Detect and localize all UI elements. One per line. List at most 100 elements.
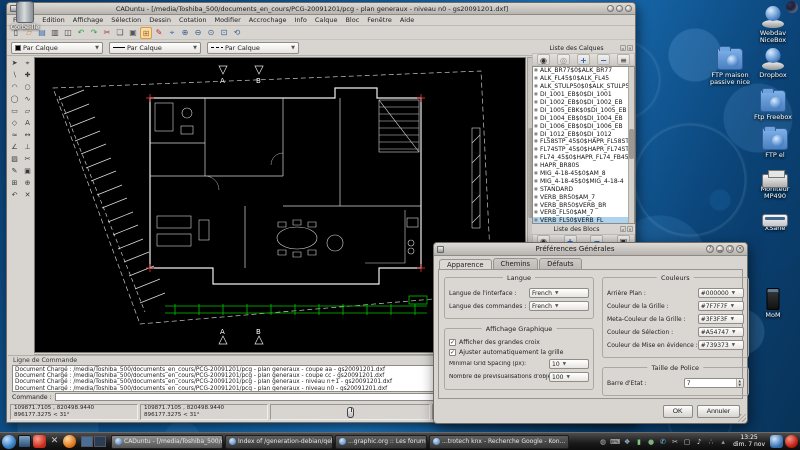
tray-security-icon[interactable]: ● <box>646 435 656 449</box>
task-button[interactable]: CADuntu - [/media/Toshiba_500/d... <box>111 435 223 449</box>
spin-down-icon[interactable]: ▼ <box>737 383 743 387</box>
layer-list-scrollbar[interactable] <box>628 67 634 223</box>
session-icon[interactable] <box>770 435 783 448</box>
undo-tool-icon[interactable]: ↶ <box>9 190 20 201</box>
menu-item[interactable]: Info <box>291 16 311 24</box>
layer-row[interactable]: ◼ DI_1005_EBK$0$DI_1005_EB <box>533 106 634 114</box>
grid-snap-icon[interactable]: ⊞ <box>140 27 152 39</box>
menu-item[interactable]: Affichage <box>69 16 108 24</box>
close-button[interactable] <box>625 5 632 12</box>
layer-row[interactable]: ◼ MIG_4-18-45$0$MIG_4-18-4 <box>533 177 634 185</box>
dialog-minimize-icon[interactable]: ▁ <box>716 245 724 253</box>
dialog-maximize-icon[interactable]: ▢ <box>726 245 734 253</box>
checkbox[interactable]: ✓ <box>449 339 456 346</box>
cancel-button[interactable]: Annuler <box>697 405 740 418</box>
menu-item[interactable]: Modifier <box>210 16 244 24</box>
modify-tool-icon[interactable]: ✎ <box>9 166 20 177</box>
zoom-window-icon[interactable]: ⊡ <box>218 27 230 39</box>
menu-item[interactable]: Bloc <box>341 16 363 24</box>
block-tool-icon[interactable]: ▣ <box>22 166 33 177</box>
circle-tool-icon[interactable]: ○ <box>22 82 33 93</box>
zoom-tool-icon[interactable]: ⊕ <box>22 178 33 189</box>
layer-hide-icon[interactable]: ◎ <box>557 54 570 65</box>
dock-close-icon[interactable]: ✕ <box>627 226 633 232</box>
dialog-close-icon[interactable]: ✕ <box>736 245 744 253</box>
color-value-combo[interactable]: #7F7F7F ▼ <box>698 301 744 311</box>
undo-icon[interactable]: ↶ <box>75 27 87 39</box>
remove-layer-icon[interactable]: − <box>597 54 610 65</box>
cross-tool-icon[interactable]: ✚ <box>22 70 33 81</box>
select-tool-icon[interactable]: ➤ <box>9 58 20 69</box>
zoom-out-icon[interactable]: ⊖ <box>192 27 204 39</box>
arc-tool-icon[interactable]: ◠ <box>9 82 20 93</box>
maximize-button[interactable] <box>616 5 623 12</box>
dock-float-icon[interactable]: ▫ <box>620 45 626 51</box>
dimension-tool-icon[interactable]: ↔ <box>22 130 33 141</box>
clock[interactable]: 13:25 dim. 7 nov <box>730 435 768 449</box>
launcher-red-app-icon[interactable] <box>33 435 46 448</box>
desktop-icon[interactable]: Corbeille <box>0 0 50 31</box>
checkbox[interactable]: ✓ <box>449 349 456 356</box>
cut-icon[interactable]: ✂ <box>101 27 113 39</box>
layer-row[interactable]: ◼ HAPR_BR80S <box>533 162 634 170</box>
tray-clipboard-icon[interactable]: ✂ <box>670 435 680 449</box>
desktop-icon[interactable]: XSane <box>750 210 800 232</box>
tray-klipper-icon[interactable]: ◍ <box>598 435 608 449</box>
print-icon[interactable]: ▥ <box>49 27 61 39</box>
firefox-icon[interactable] <box>63 435 76 448</box>
add-layer-icon[interactable]: + <box>577 54 590 65</box>
print-preview-icon[interactable]: ◫ <box>62 27 74 39</box>
layer-row[interactable]: ◼ DI_1002_EB$0$DI_1002_EB <box>533 99 634 107</box>
scrollbar-thumb[interactable] <box>629 129 634 159</box>
language-combo[interactable]: French ▼ <box>529 301 589 311</box>
line-tool-icon[interactable]: ∖ <box>9 70 20 81</box>
freehand-tool-icon[interactable]: ≈ <box>9 130 20 141</box>
layer-row[interactable]: ◼ STANDARD <box>533 185 634 193</box>
task-button[interactable]: ...graphic.org :: Les forums - Voir le s… <box>335 435 427 449</box>
task-button[interactable]: Index of /generation-debian/qelectr... <box>225 435 333 449</box>
tray-monitor-icon[interactable]: ▢ <box>682 435 692 449</box>
zoom-previous-icon[interactable]: ⟲ <box>231 27 243 39</box>
dialog-help-icon[interactable]: ? <box>706 245 714 253</box>
layer-row[interactable]: ◼ VERB_BR50$AM_7 <box>533 193 634 201</box>
text-tool-icon[interactable]: A <box>22 118 33 129</box>
paste-icon[interactable]: ▣ <box>127 27 139 39</box>
trim-tool-icon[interactable]: ✂ <box>22 154 33 165</box>
layer-row[interactable]: ◼ ALK_FL45$0$ALK_FL45 <box>533 75 634 83</box>
system-tools-icon[interactable]: ✕ <box>48 435 61 448</box>
plasma-cashew-icon[interactable] <box>786 1 798 13</box>
menu-item[interactable]: Dessin <box>145 16 175 24</box>
layer-row[interactable]: ◼ VERB_FL50$AM_7 <box>533 209 634 217</box>
menu-item[interactable]: Sélection <box>107 16 145 24</box>
layer-row[interactable]: ◼ DI_1001_EB$0$DI_1001 <box>533 91 634 99</box>
layer-row[interactable]: ◼ ALK_BR77$0$ALK_BR77 <box>533 67 634 75</box>
resize-grip[interactable] <box>738 414 746 422</box>
layer-row[interactable]: ◼ VERB_BR50$VERB_BR <box>533 201 634 209</box>
color-value-combo[interactable]: #000000 ▼ <box>698 288 744 298</box>
language-combo[interactable]: French ▼ <box>529 288 589 298</box>
desktop-icon[interactable]: Dropbox <box>748 48 798 79</box>
perpendicular-tool-icon[interactable]: ⊥ <box>22 142 33 153</box>
delete-tool-icon[interactable]: ✕ <box>22 190 33 201</box>
tray-messenger-icon[interactable]: ✆ <box>658 435 668 449</box>
menu-item[interactable]: Cotation <box>175 16 211 24</box>
dialog-titlebar[interactable]: Préférences Générales ?▁▢✕ <box>434 243 747 256</box>
point-tool-icon[interactable]: ⌖ <box>22 58 33 69</box>
value-combo[interactable]: 10 ▼ <box>549 359 589 369</box>
task-button[interactable]: ...trotech knx - Recherche Google - Kon.… <box>429 435 569 449</box>
ellipse-tool-icon[interactable]: ◯ <box>9 94 20 105</box>
ok-button[interactable]: OK <box>663 405 693 418</box>
draw-icon[interactable]: ✎ <box>153 27 165 39</box>
tray-desktop-icon[interactable]: ❖ <box>622 435 632 449</box>
layer-attributes-icon[interactable]: ≡ <box>617 54 630 65</box>
tray-expand-icon[interactable]: ▴ <box>718 435 728 449</box>
color-value-combo[interactable]: #A54747 ▼ <box>698 327 744 337</box>
statusbar-font-spinbox[interactable]: 7 ▲▼ <box>684 378 744 388</box>
menu-item[interactable]: Aide <box>396 16 418 24</box>
tray-network-icon[interactable]: ▮ <box>634 435 644 449</box>
layer-visibility-icon[interactable]: ◉ <box>537 54 550 65</box>
pager-desktop-1[interactable] <box>81 436 93 447</box>
dock-close-icon[interactable]: ✕ <box>627 45 633 51</box>
minimize-button[interactable] <box>607 5 614 12</box>
linestyle-combo[interactable]: Par Calque ▼ <box>207 42 299 54</box>
